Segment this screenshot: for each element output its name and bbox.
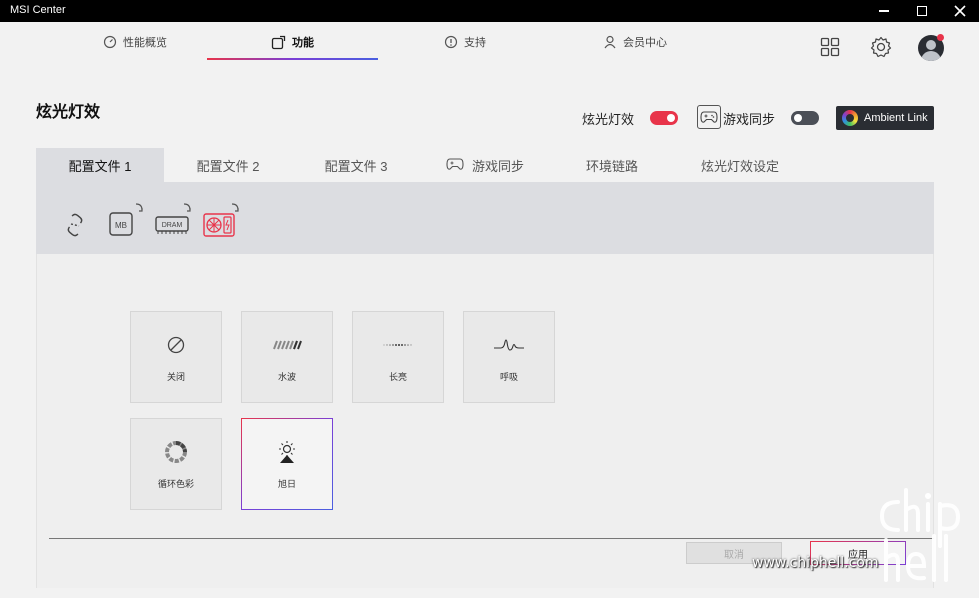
features-icon	[271, 35, 286, 50]
app-title: MSI Center	[10, 4, 66, 16]
page-title: 炫光灯效	[36, 104, 101, 121]
minimize-icon	[879, 10, 889, 12]
effect-label: 循环色彩	[157, 479, 194, 489]
effect-off[interactable]: 关闭	[130, 311, 222, 403]
footer-divider	[49, 538, 934, 539]
close-button[interactable]	[942, 0, 978, 22]
tab-label: 配置文件 1	[68, 158, 132, 174]
tab-label: 配置文件 3	[324, 158, 388, 174]
effect-wave[interactable]: 水波	[241, 311, 333, 403]
ambient-link-label: Ambient Link	[864, 112, 928, 124]
tab-label: 游戏同步	[471, 158, 524, 174]
svg-text:DRAM: DRAM	[162, 222, 183, 229]
steady-icon	[382, 334, 414, 356]
ambient-link-icon	[842, 110, 858, 126]
chiphell-watermark-logo	[878, 484, 968, 589]
tab-rgb-settings[interactable]: 炫光灯效设定	[684, 148, 796, 182]
effect-label: 长亮	[388, 372, 407, 382]
avatar-head	[926, 40, 936, 50]
color-cycle-icon	[164, 441, 188, 463]
fan-device-icon	[203, 203, 239, 237]
effect-color-cycle[interactable]: 循环色彩	[130, 418, 222, 510]
tab-label: 支持	[464, 37, 486, 49]
breathing-icon	[493, 334, 525, 356]
fan-device[interactable]	[202, 202, 246, 245]
ambient-link-button[interactable]: Ambient Link	[836, 106, 934, 130]
maximize-button[interactable]	[904, 0, 940, 22]
rgb-toggle-label: 炫光灯效	[582, 112, 635, 127]
tab-label: 环境链路	[585, 158, 638, 174]
game-sync-label: 游戏同步	[723, 112, 776, 127]
svg-text:MB: MB	[115, 221, 127, 230]
dram-device[interactable]: DRAM	[154, 202, 198, 243]
tab-profile-3[interactable]: 配置文件 3	[292, 148, 420, 182]
off-icon	[166, 334, 186, 356]
effect-breathing[interactable]: 呼吸	[463, 311, 555, 403]
tab-support[interactable]: 支持	[400, 22, 530, 62]
user-icon	[603, 35, 617, 49]
rgb-toggle[interactable]	[650, 111, 678, 125]
game-sync-toggle[interactable]	[791, 111, 819, 125]
settings-button[interactable]	[868, 34, 894, 60]
gamepad-icon	[700, 111, 718, 123]
avatar-body	[921, 51, 941, 61]
gamepad-icon	[446, 157, 464, 174]
dram-icon: DRAM	[155, 203, 191, 234]
notification-dot	[937, 34, 944, 41]
effect-sunrise[interactable]: 旭日	[241, 418, 333, 510]
support-icon	[444, 35, 458, 49]
watermark-text: www.chiphell.com	[752, 555, 879, 571]
top-nav: 性能概览 功能 支持 会员中心	[0, 22, 979, 68]
minimize-button[interactable]	[866, 0, 902, 22]
grid-icon	[820, 37, 840, 57]
wave-icon	[272, 334, 302, 356]
close-icon	[954, 5, 966, 17]
effect-label: 关闭	[166, 372, 185, 382]
effect-label: 水波	[277, 372, 296, 382]
motherboard-icon: MB	[109, 203, 143, 236]
tab-label: 炫光灯效设定	[700, 158, 779, 174]
title-bar: MSI Center	[0, 0, 979, 22]
tab-performance-overview[interactable]: 性能概览	[70, 22, 200, 62]
link-sync-icon[interactable]	[62, 212, 88, 243]
sunrise-icon	[274, 441, 300, 463]
tab-label: 配置文件 2	[196, 158, 260, 174]
tab-profile-2[interactable]: 配置文件 2	[164, 148, 292, 182]
effect-label: 呼吸	[499, 372, 518, 382]
tab-features[interactable]: 功能	[207, 22, 378, 62]
gear-icon	[870, 36, 892, 58]
tab-ambient-link[interactable]: 环境链路	[560, 148, 664, 182]
tab-label: 功能	[292, 37, 314, 49]
tab-member-center[interactable]: 会员中心	[570, 22, 700, 62]
tab-label: 性能概览	[123, 37, 167, 49]
game-sync-icon-button[interactable]	[697, 105, 721, 129]
effect-label: 旭日	[277, 479, 296, 489]
gauge-icon	[103, 35, 117, 49]
effect-steady[interactable]: 长亮	[352, 311, 444, 403]
active-tab-indicator	[207, 58, 378, 60]
motherboard-device[interactable]: MB	[108, 202, 148, 243]
tab-label: 会员中心	[623, 37, 667, 49]
device-selector-strip: MB DRAM	[36, 182, 934, 254]
tab-game-sync[interactable]: 游戏同步	[430, 148, 540, 182]
maximize-icon	[917, 6, 927, 16]
apps-grid-button[interactable]	[817, 34, 843, 60]
tab-profile-1[interactable]: 配置文件 1	[36, 148, 164, 182]
